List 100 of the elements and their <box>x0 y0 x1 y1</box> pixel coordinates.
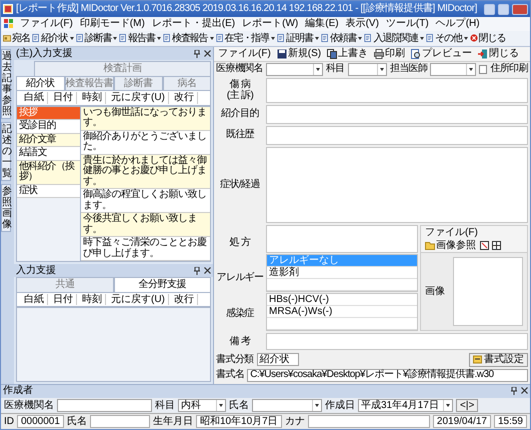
side-tab[interactable]: 過去記事参照 <box>1 49 11 119</box>
list-item[interactable]: 他科紹介（挨拶） <box>17 160 80 184</box>
field-label: 備 考 <box>230 336 250 348</box>
input-field[interactable] <box>57 398 152 412</box>
caret-icon[interactable] <box>380 68 384 70</box>
toolbar-button[interactable]: 白紙 <box>21 92 48 104</box>
app-logo-icon <box>4 19 13 28</box>
list-item[interactable]: 受診目的 <box>17 120 80 134</box>
checkbox[interactable] <box>478 64 488 74</box>
list-item[interactable]: MRSA(-)Ws(-) <box>267 306 417 318</box>
caret-icon[interactable] <box>468 68 473 70</box>
side-tab[interactable]: 参照画像 <box>1 184 11 232</box>
toolbar-button[interactable]: 閉じる <box>477 48 520 60</box>
menu-item[interactable]: ヘルプ(H) <box>436 18 480 30</box>
menu-item[interactable]: 印刷モード(M) <box>80 18 145 30</box>
menu-item[interactable]: レポート(W) <box>242 18 298 30</box>
menu-item[interactable]: ファイル(F) <box>20 18 73 30</box>
phrase-item[interactable]: 貴生に於かれましては益々御健勝の事とお慶び申し上げます。 <box>81 154 210 189</box>
pin-icon[interactable] <box>511 387 517 395</box>
phrase-item[interactable]: 御紹介ありがとうございました。 <box>81 130 210 154</box>
field-label: 医療機関名 <box>4 400 54 411</box>
toolbar-button[interactable]: 上書き <box>326 48 370 60</box>
dropdown-field[interactable] <box>430 62 476 76</box>
field-label: 書式分類 <box>216 354 254 366</box>
toolbar-button[interactable]: 入退院関連 <box>363 32 425 45</box>
toolbar-button[interactable]: 紹介状 <box>30 32 75 45</box>
dropdown-field[interactable] <box>252 398 322 412</box>
toolbar-button[interactable]: 画像参照 <box>424 240 477 251</box>
toolbar-button[interactable]: 診断書 <box>74 32 118 45</box>
toolbar-button[interactable]: 印刷 <box>373 48 406 60</box>
pin-icon[interactable] <box>194 50 200 58</box>
toolbar-button[interactable]: 時刻 <box>79 294 106 305</box>
toolbar-button[interactable]: プレビュー <box>410 48 474 60</box>
field-label: 科目 <box>155 400 175 411</box>
toolbar-button[interactable]: ファイル(F) <box>217 48 272 60</box>
close-icon[interactable] <box>204 50 211 56</box>
toolbar-button[interactable]: 在宅・指導 <box>214 32 276 45</box>
toolbar-button[interactable]: 日付 <box>50 92 77 104</box>
toolbar-button[interactable]: 宛名 <box>2 32 31 45</box>
image-tool-icon[interactable] <box>480 240 489 250</box>
close-button[interactable] <box>512 4 528 14</box>
close-icon[interactable] <box>521 387 528 394</box>
menu-item[interactable]: 表示(V) <box>346 18 379 30</box>
input-field[interactable]: 紹介状 <box>256 353 299 366</box>
format-settings-button[interactable]: 書式設定 <box>469 353 528 366</box>
minimize-button[interactable] <box>484 4 495 14</box>
caret-icon[interactable] <box>219 404 223 407</box>
tab[interactable]: 共通 <box>16 277 114 292</box>
grid-icon[interactable] <box>492 240 501 250</box>
toolbar-button[interactable]: 検査報告 <box>162 32 215 45</box>
list-item[interactable]: HBs(-)HCV(-) <box>267 294 417 306</box>
dropdown-field[interactable] <box>266 62 323 76</box>
list-item[interactable]: 症状 <box>17 184 80 198</box>
tab[interactable]: 検査報告書 <box>64 76 114 90</box>
toolbar-button[interactable]: ファイル(F) <box>424 227 479 238</box>
toolbar-button[interactable]: 閉じる <box>468 32 506 45</box>
toolbar-button[interactable]: 時刻 <box>79 92 106 104</box>
tab[interactable]: 病名 <box>162 76 211 90</box>
pin-icon[interactable] <box>194 266 200 274</box>
dropdown-field[interactable]: 平成31年4月17日 <box>358 398 453 412</box>
menu-item[interactable]: ツール(T) <box>386 18 429 30</box>
toolbar-button[interactable]: 元に戻す(U) <box>108 92 169 104</box>
toolbar-button[interactable]: 白紙 <box>21 294 48 305</box>
phrase-item[interactable]: 御高診の程宜しくお願い致します。 <box>81 189 210 213</box>
tab[interactable]: 検査計画 <box>34 61 211 76</box>
side-tab[interactable]: 記述の一覧 <box>1 122 11 181</box>
field-label: 科目 <box>326 63 345 75</box>
toolbar-button[interactable]: 改行 <box>170 294 198 305</box>
caret-icon[interactable] <box>315 404 319 407</box>
app-icon <box>3 4 13 14</box>
tab[interactable]: 全分野支援 <box>114 277 211 292</box>
close-icon[interactable] <box>204 266 211 274</box>
toolbar-button[interactable]: 元に戻す(U) <box>108 294 169 305</box>
phrase-item[interactable]: 今後共宜しくお願い致します。 <box>81 213 210 237</box>
folder-icon <box>425 240 435 250</box>
caret-icon[interactable] <box>446 404 450 407</box>
toolbar-button[interactable]: その他 <box>424 32 469 45</box>
toolbar-button[interactable]: 証明書 <box>276 32 320 45</box>
navigation-button[interactable]: <|> <box>456 398 478 412</box>
phrase-item[interactable]: いつも御世話になっております。 <box>81 106 210 130</box>
dropdown-field[interactable]: 内科 <box>178 398 226 412</box>
tab[interactable]: 診断書 <box>114 76 162 90</box>
toolbar-button[interactable]: 依頼書 <box>320 32 364 45</box>
toolbar-button[interactable]: 改行 <box>170 92 198 104</box>
tab[interactable]: 紹介状 <box>16 76 64 90</box>
menu-item[interactable]: レポート・提出(E) <box>152 18 236 30</box>
list-item[interactable]: 紹介文章 <box>17 134 80 147</box>
toolbar-button[interactable]: 新規(S) <box>276 48 322 60</box>
maximize-button[interactable] <box>498 4 509 14</box>
menu-item[interactable]: 編集(E) <box>305 18 339 30</box>
list-item[interactable]: 造影剤 <box>267 267 417 279</box>
list-item[interactable]: 結語文 <box>17 147 80 160</box>
checkbox-label: 住所印刷 <box>490 63 528 75</box>
toolbar-button[interactable]: 報告書 <box>118 32 162 45</box>
phrase-item[interactable]: 時下益々ご清栄のこととお慶び申し上げます。 <box>81 237 210 261</box>
toolbar-button[interactable]: 日付 <box>50 294 77 305</box>
caret-icon[interactable] <box>316 68 320 70</box>
dropdown-field[interactable] <box>348 62 387 76</box>
panel-title: 入力支援 <box>16 264 56 276</box>
input-field[interactable]: C:¥Users¥cosaka¥Desktop¥レポート¥診療情報提供書.w30 <box>247 368 528 382</box>
